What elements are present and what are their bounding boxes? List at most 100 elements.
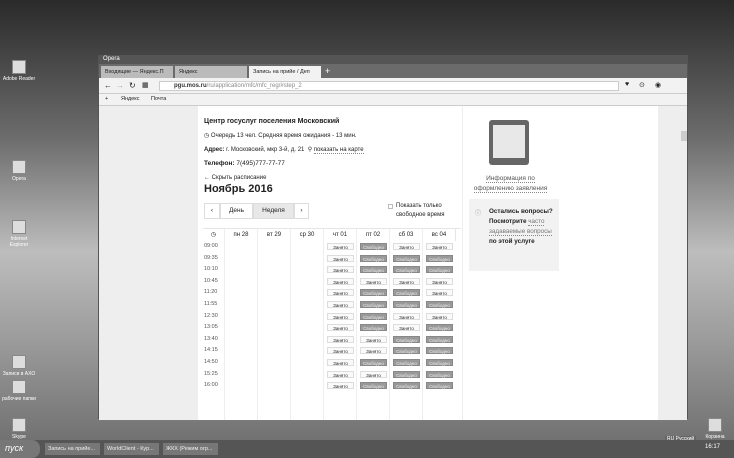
slot-free-button[interactable]: Свободно: [393, 370, 420, 378]
show-map-link[interactable]: показать на карте: [313, 147, 364, 154]
tab-yandex[interactable]: Яндекс: [175, 66, 247, 78]
icon-label: Internet Explorer: [9, 236, 29, 248]
task-zhkh[interactable]: ЖКХ (Режим огр...: [163, 443, 218, 455]
tab-mail[interactable]: Входящие — Яндекс.П: [101, 66, 173, 78]
url-host: pgu.mos.ru: [174, 83, 207, 89]
slot-busy: Занято: [327, 359, 354, 366]
slot-free-button[interactable]: Свободно: [360, 324, 387, 332]
day-view-button[interactable]: День: [220, 203, 253, 219]
prev-button[interactable]: ‹: [204, 203, 220, 219]
slot-busy: Занято: [327, 301, 354, 308]
slot-free-button[interactable]: Свободно: [360, 266, 387, 274]
slot-free-button[interactable]: Свободно: [360, 359, 387, 366]
day-header: сб 03: [390, 229, 423, 241]
recycle-bin-icon[interactable]: Корзина: [698, 418, 732, 440]
desktop-icon[interactable]: Adobe Reader: [2, 60, 36, 82]
slot-free-button[interactable]: Свободно: [426, 301, 453, 308]
slot-busy: Занято: [393, 324, 420, 332]
queue-text: Очередь 13 чел. Средняя время ожидания -…: [210, 133, 357, 139]
slot-free-button[interactable]: Свободно: [426, 359, 453, 366]
slot-free-button[interactable]: Свободно: [426, 324, 453, 332]
slot-free-button[interactable]: Свободно: [426, 266, 453, 274]
slot-free-button[interactable]: Свободно: [360, 312, 387, 320]
slot-free-button[interactable]: Свободно: [393, 254, 420, 262]
day-header: пт 02: [357, 229, 390, 241]
slot-free-button[interactable]: Свободно: [393, 266, 420, 274]
time-label: 11:20: [204, 289, 218, 296]
desktop-icon[interactable]: Записи в АХО: [2, 355, 36, 377]
account-icon[interactable]: ◉: [655, 81, 661, 89]
scrollbar[interactable]: [681, 116, 687, 416]
task-worldclient[interactable]: WorldClient - Кур...: [104, 443, 159, 455]
slot-free-button[interactable]: Свободно: [426, 335, 453, 343]
slot-busy: Занято: [327, 254, 354, 262]
add-bookmark-icon[interactable]: +: [105, 96, 108, 102]
clock: 16:17: [705, 444, 721, 450]
slot-free-button[interactable]: Свободно: [426, 347, 453, 355]
start-button[interactable]: пуск: [0, 440, 40, 458]
desktop-icon[interactable]: Opera: [2, 160, 36, 182]
hide-schedule-link[interactable]: ← Скрыть расписание: [204, 175, 266, 181]
slot-busy: Занято: [327, 312, 354, 320]
time-label: 15:25: [204, 370, 218, 377]
desktop-icon[interactable]: Internet Explorer: [2, 220, 36, 248]
slot-free-button[interactable]: Свободно: [393, 347, 420, 355]
desktop-icon[interactable]: рабочие папки: [2, 380, 36, 402]
slot-free-button[interactable]: Свободно: [393, 335, 420, 343]
only-free-checkbox[interactable]: [388, 204, 393, 209]
center-name: Центр госуслуг поселения Московский: [204, 118, 340, 125]
icon-label: Adobe Reader: [2, 76, 36, 82]
info-icon: ⓘ: [475, 211, 482, 217]
clipboard-icon: [489, 120, 529, 165]
slot-free-button[interactable]: Свободно: [426, 254, 453, 262]
time-label: 09:35: [204, 254, 218, 261]
week-view-button[interactable]: Неделя: [253, 203, 294, 219]
slot-free-button[interactable]: Свободно: [393, 301, 420, 308]
reload-icon[interactable]: ↻: [129, 81, 136, 90]
slot-busy: Занято: [327, 266, 354, 274]
day-header: чт 01: [324, 229, 357, 241]
url-input[interactable]: pgu.mos.ru/ru/application/mfc/mfc_reg/#s…: [159, 81, 619, 91]
slot-free-button[interactable]: Свободно: [360, 254, 387, 262]
bookmark-yandex[interactable]: Яндекс: [121, 96, 140, 102]
speed-dial-icon[interactable]: ▦: [142, 81, 149, 89]
download-icon[interactable]: ⊙: [639, 81, 645, 89]
slot-busy: Занято: [327, 324, 354, 332]
slot-free-button[interactable]: Свободно: [360, 301, 387, 308]
slot-busy: Занято: [327, 289, 354, 297]
day-header: ср 30: [291, 229, 324, 241]
slot-busy: Занято: [426, 289, 453, 297]
next-button[interactable]: ›: [294, 203, 309, 219]
slot-busy: Занято: [360, 335, 387, 343]
slot-free-button[interactable]: Свободно: [360, 289, 387, 297]
title-bar: Opera: [99, 56, 687, 64]
month-title: Ноябрь 2016: [204, 183, 273, 195]
heart-icon[interactable]: ♥: [625, 81, 629, 88]
slot-busy: Занято: [360, 277, 387, 285]
faq-text: Остались вопросы? Посмотрите часто задав…: [489, 207, 553, 247]
forward-icon[interactable]: →: [116, 81, 124, 90]
time-label: 11:55: [204, 301, 218, 307]
slot-free-button[interactable]: Свободно: [360, 243, 387, 250]
task-browser[interactable]: Запись на прийе...: [45, 443, 100, 455]
slot-free-button[interactable]: Свободно: [426, 370, 453, 378]
back-icon[interactable]: ←: [104, 81, 112, 90]
slot-free-button[interactable]: Свободно: [393, 289, 420, 297]
slot-free-button[interactable]: Свободно: [393, 359, 420, 366]
slot-busy: Занято: [393, 312, 420, 320]
info-link[interactable]: Информация по оформлению заявления: [468, 174, 553, 194]
slot-free-button[interactable]: Свободно: [360, 382, 387, 390]
new-tab-icon[interactable]: +: [325, 66, 330, 76]
address: Адрес: г. Московский, мкр 3-й, д. 21 ⚲ п…: [204, 146, 364, 154]
page-content: Центр госуслуг поселения Московский ◷ Оч…: [99, 106, 687, 420]
day-header: вс 04: [423, 229, 456, 241]
bookmark-mail[interactable]: Почта: [151, 96, 166, 102]
icon-label: рабочие папки: [2, 396, 36, 402]
slot-busy: Занято: [393, 243, 420, 250]
address-value: г. Московский, мкр 3-й, д. 21: [226, 147, 305, 153]
tab-appointment[interactable]: Запись на прийе / Деп: [249, 66, 321, 78]
slot-free-button[interactable]: Свободно: [426, 382, 453, 390]
slot-free-button[interactable]: Свободно: [393, 382, 420, 390]
desktop-icon[interactable]: Skype: [2, 418, 36, 440]
phone-label: Телефон:: [204, 160, 235, 167]
